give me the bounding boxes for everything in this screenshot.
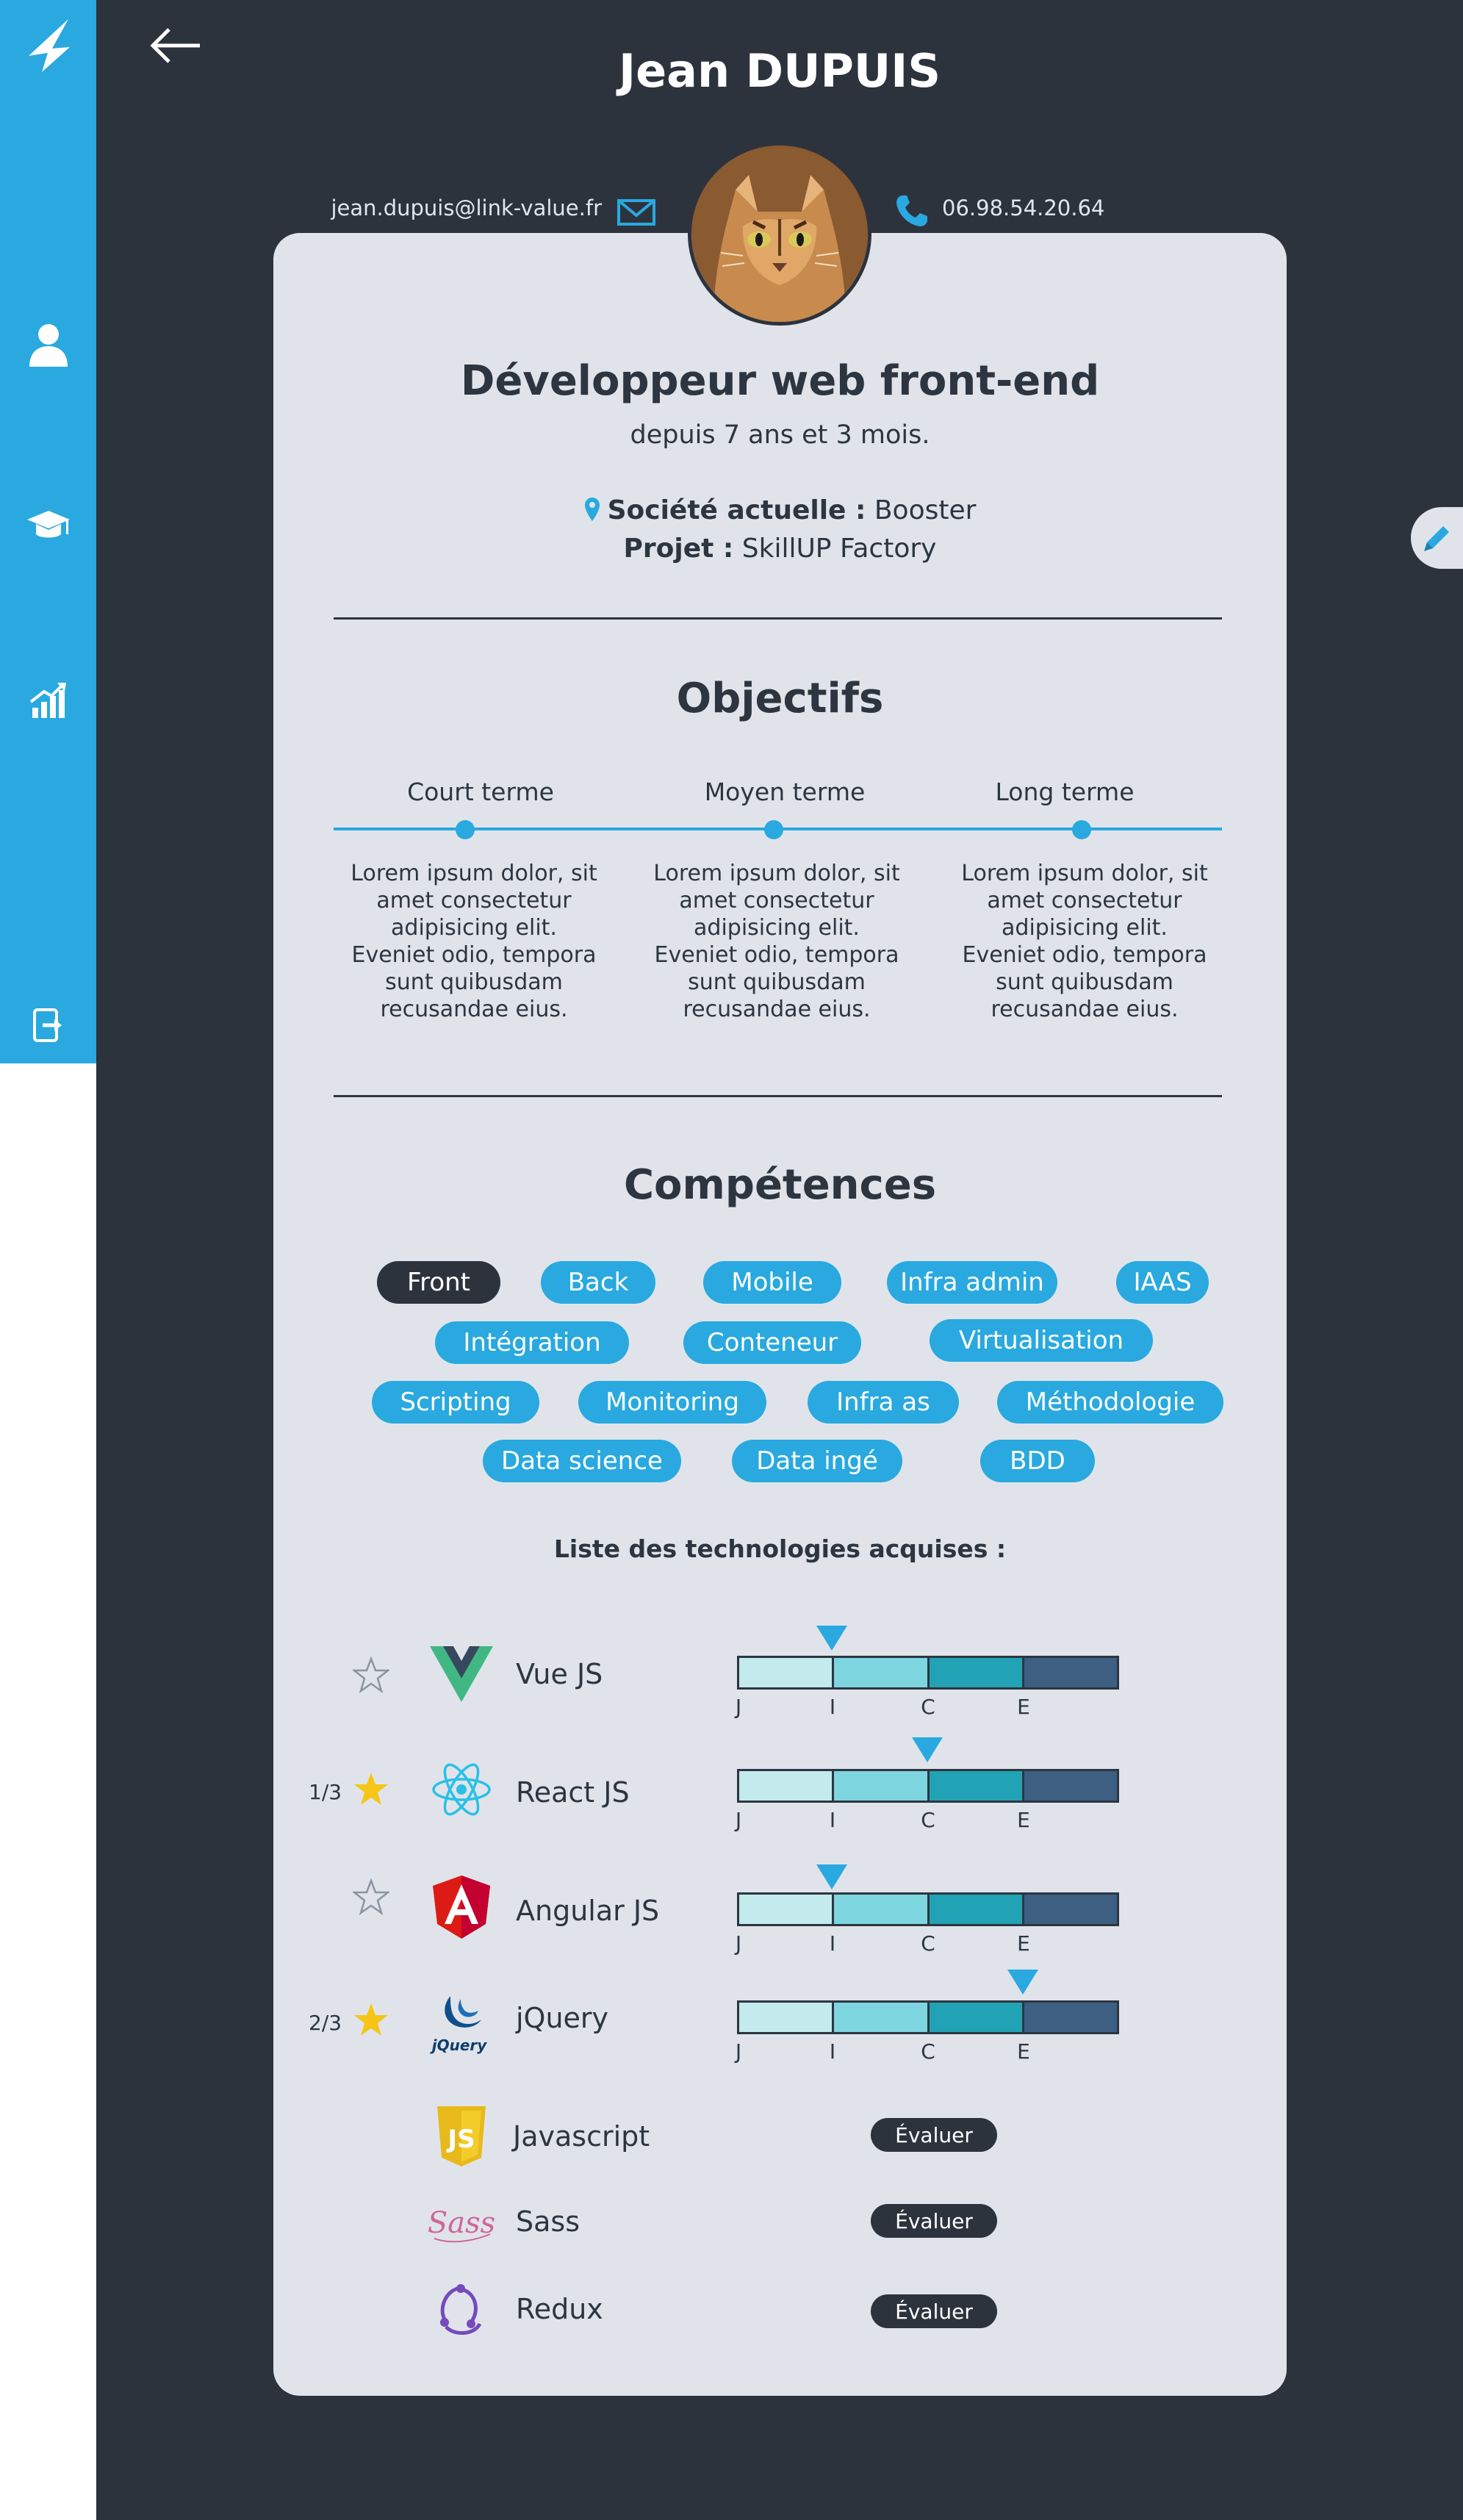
company-value: Booster bbox=[866, 495, 977, 525]
svg-text:JS: JS bbox=[446, 2125, 475, 2154]
term-text-short: Lorem ipsum dolor, sit amet consectetur … bbox=[351, 861, 597, 1022]
term-text-long: Lorem ipsum dolor, sit amet consectetur … bbox=[961, 861, 1208, 1022]
react-logo-icon bbox=[428, 1756, 495, 1823]
tech-name: Javascript bbox=[513, 2120, 650, 2153]
timeline-dot bbox=[764, 820, 783, 839]
level-marker bbox=[816, 1626, 847, 1651]
skills-title: Compétences bbox=[623, 1161, 937, 1209]
level-bar[interactable] bbox=[737, 1892, 1119, 1926]
project-label: Projet : bbox=[623, 534, 734, 564]
tech-name: Sass bbox=[516, 2205, 580, 2238]
company-line: Société actuelle : Booster bbox=[273, 495, 1287, 528]
company-label: Société actuelle : bbox=[607, 495, 866, 525]
skill-pill-virtualisation[interactable]: Virtualisation bbox=[930, 1319, 1153, 1362]
evaluate-button[interactable]: Évaluer bbox=[871, 2294, 997, 2328]
svg-text:jQuery: jQuery bbox=[430, 2036, 488, 2054]
javascript-logo-icon: JS bbox=[428, 2103, 495, 2169]
pencil-icon bbox=[1424, 526, 1449, 551]
tech-name: Angular JS bbox=[516, 1895, 660, 1927]
divider bbox=[334, 1095, 1222, 1097]
logout-icon[interactable] bbox=[0, 999, 96, 1051]
skill-pill-methodologie[interactable]: Méthodologie bbox=[997, 1381, 1223, 1424]
tech-name: React JS bbox=[516, 1776, 630, 1809]
mail-icon[interactable] bbox=[617, 199, 655, 229]
redux-logo-icon bbox=[428, 2275, 495, 2341]
skill-pill-scripting[interactable]: Scripting bbox=[372, 1381, 539, 1424]
skill-pill-data-science[interactable]: Data science bbox=[483, 1440, 681, 1482]
star-filled-icon[interactable] bbox=[353, 2001, 389, 2038]
level-bar[interactable] bbox=[737, 2000, 1119, 2034]
tech-name: Redux bbox=[516, 2293, 603, 2325]
tech-name: jQuery bbox=[516, 2002, 609, 2034]
skill-pill-iaas[interactable]: IAAS bbox=[1116, 1261, 1209, 1304]
level-marker bbox=[912, 1737, 943, 1762]
tech-list-title: Liste des technologies acquises : bbox=[553, 1534, 1007, 1563]
term-label-medium: Moyen terme bbox=[704, 778, 866, 806]
stats-chart-icon[interactable] bbox=[0, 676, 96, 728]
favorite-count: 2/3 bbox=[309, 2011, 342, 2035]
angular-logo-icon bbox=[428, 1874, 495, 1940]
level-marker bbox=[816, 1864, 847, 1889]
skill-pill-infra-as[interactable]: Infra as bbox=[808, 1381, 959, 1424]
email-text[interactable]: jean.dupuis@link-value.fr bbox=[331, 195, 602, 220]
project-line: Projet : SkillUP Factory bbox=[273, 534, 1287, 564]
timeline-dot bbox=[456, 820, 475, 839]
vue-logo-icon bbox=[428, 1640, 495, 1706]
level-bar[interactable] bbox=[737, 1769, 1119, 1803]
app-logo-icon[interactable] bbox=[0, 16, 96, 75]
skill-pill-data-inge[interactable]: Data ingé bbox=[732, 1440, 902, 1482]
avatar bbox=[688, 142, 871, 326]
tech-name: Vue JS bbox=[516, 1658, 603, 1690]
level-marker bbox=[1007, 1970, 1038, 1995]
skill-pill-monitoring[interactable]: Monitoring bbox=[578, 1381, 766, 1424]
skill-pill-bdd[interactable]: BDD bbox=[980, 1440, 1095, 1482]
divider bbox=[334, 617, 1222, 620]
skill-pill-mobile[interactable]: Mobile bbox=[703, 1261, 841, 1304]
graduation-cap-icon[interactable] bbox=[0, 500, 96, 551]
location-pin-icon bbox=[584, 497, 600, 528]
favorite-count: 1/3 bbox=[309, 1780, 342, 1804]
term-text-medium: Lorem ipsum dolor, sit amet consectetur … bbox=[653, 861, 900, 1022]
phone-icon[interactable] bbox=[895, 194, 929, 231]
star-empty-icon[interactable] bbox=[351, 1656, 391, 1694]
term-label-long: Long terme bbox=[995, 778, 1135, 806]
jquery-logo-icon: jQuery bbox=[428, 1990, 495, 2056]
project-value: SkillUP Factory bbox=[733, 534, 937, 564]
timeline-dot bbox=[1072, 820, 1091, 839]
user-name: Jean DUPUIS bbox=[619, 44, 941, 98]
sidebar bbox=[0, 0, 96, 1063]
experience-text: depuis 7 ans et 3 mois. bbox=[630, 420, 930, 450]
profile-icon[interactable] bbox=[0, 316, 96, 375]
skill-pill-back[interactable]: Back bbox=[541, 1261, 655, 1304]
sass-logo-icon: Sass bbox=[428, 2190, 495, 2256]
phone-text[interactable]: 06.98.54.20.64 bbox=[942, 195, 1104, 220]
level-bar[interactable] bbox=[737, 1656, 1119, 1690]
term-label-short: Court terme bbox=[407, 778, 554, 806]
skill-pill-infra-admin[interactable]: Infra admin bbox=[887, 1261, 1057, 1304]
svg-text:Sass: Sass bbox=[428, 2206, 495, 2240]
star-empty-icon[interactable] bbox=[351, 1878, 391, 1916]
star-filled-icon[interactable] bbox=[353, 1770, 389, 1807]
objectives-title: Objectifs bbox=[676, 675, 884, 722]
skill-pill-front[interactable]: Front bbox=[377, 1261, 500, 1304]
evaluate-button[interactable]: Évaluer bbox=[871, 2204, 997, 2238]
evaluate-button[interactable]: Évaluer bbox=[871, 2118, 997, 2152]
skill-pill-integration[interactable]: Intégration bbox=[435, 1321, 629, 1364]
job-title: Développeur web front-end bbox=[460, 357, 1100, 405]
skill-pill-conteneur[interactable]: Conteneur bbox=[683, 1321, 861, 1364]
